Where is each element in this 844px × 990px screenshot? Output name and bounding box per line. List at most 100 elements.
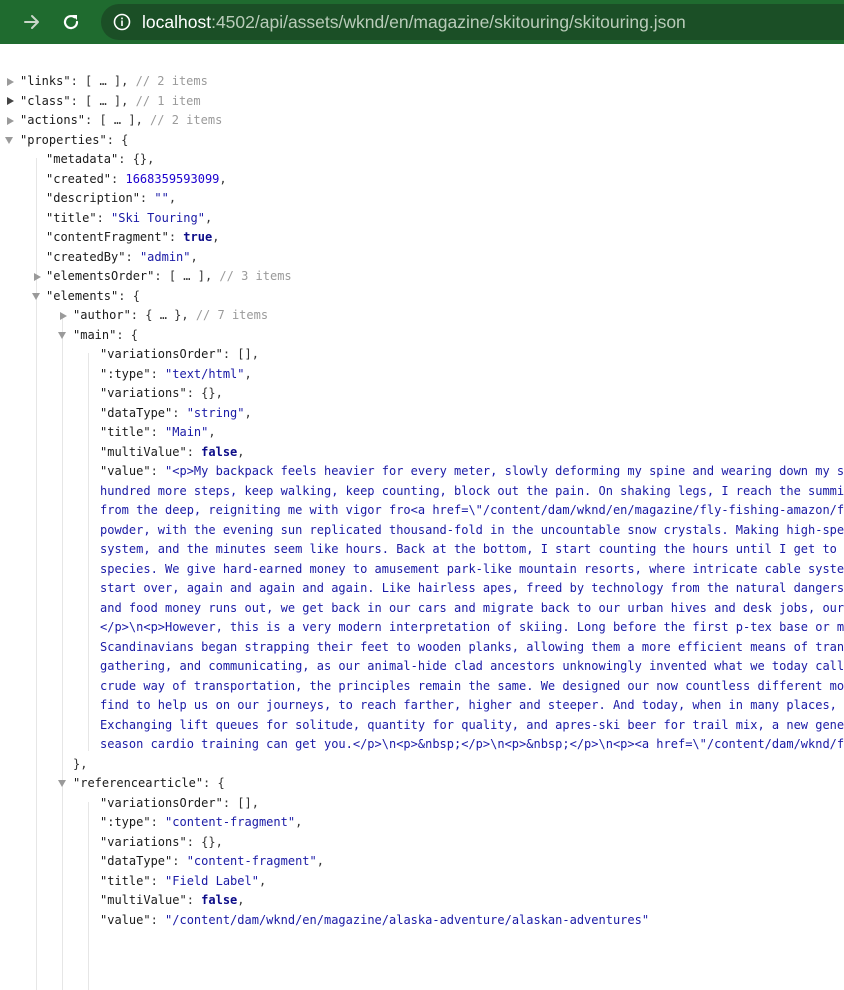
json-string-value: </p>\n<p>However, this is a very modern …	[100, 620, 844, 634]
triangle-collapsed-icon[interactable]	[5, 111, 15, 130]
json-key: "variationsOrder"	[100, 795, 223, 810]
json-punct: ,	[219, 171, 227, 186]
json-key: "title"	[100, 425, 151, 439]
json-row-links[interactable]: "links": [ … ], // 2 items	[0, 72, 208, 91]
json-string-value: "Field Label"	[165, 873, 259, 888]
json-string-value: and food money runs out, we get back in …	[100, 600, 844, 615]
json-string-value: "<p>My backpack feels heavier for every …	[165, 464, 844, 478]
url-host: localhost	[142, 11, 212, 32]
json-punct: ,	[190, 249, 198, 264]
json-punct: ,	[212, 230, 220, 244]
json-punct: :	[186, 893, 202, 907]
json-row-value: "value": "<p>My backpack feels heavier f…	[0, 462, 844, 481]
json-value: : { … },	[130, 308, 189, 322]
json-string-value: "string"	[186, 405, 245, 420]
json-punct: :	[172, 405, 187, 420]
indent-guide	[88, 802, 89, 990]
json-row-type: ":type": "content-fragment",	[0, 813, 302, 832]
info-icon[interactable]	[112, 12, 132, 32]
json-row-variationsorder: "variationsOrder": [],	[0, 794, 259, 813]
forward-button[interactable]	[16, 6, 48, 38]
json-punct: ,	[244, 366, 252, 381]
json-string-value: "/content/dam/wknd/en/magazine/alaska-ad…	[165, 912, 650, 927]
json-value: : {	[106, 132, 129, 147]
json-punct: :	[168, 230, 184, 244]
json-key: "elements"	[46, 288, 119, 303]
json-key: "elementsOrder"	[46, 269, 155, 283]
indent-guide	[62, 314, 63, 990]
json-key: "contentFragment"	[46, 230, 169, 244]
json-punct: ,	[204, 210, 213, 225]
json-row-multivalue: "multiValue": false,	[0, 443, 245, 462]
json-punct: ,	[295, 815, 303, 829]
triangle-collapsed-icon[interactable]	[5, 92, 15, 111]
json-string-value: system, and the minutes seem like hours.…	[100, 542, 844, 556]
json-row-title: "title": "Main",	[0, 423, 216, 442]
json-punct: :	[150, 815, 166, 829]
json-key: "description"	[46, 191, 140, 205]
json-row-elements[interactable]: "elements": {	[0, 287, 140, 306]
json-key: "created"	[46, 171, 112, 186]
json-row-close-main: },	[0, 755, 87, 774]
json-value: : {},	[118, 152, 155, 166]
json-row-referencearticle[interactable]: "referencearticle": {	[0, 774, 225, 793]
triangle-collapsed-icon[interactable]	[5, 72, 15, 91]
json-string-value: "text/html"	[165, 366, 245, 381]
json-punct: :	[150, 425, 166, 439]
json-row-datatype: "dataType": "content-fragment",	[0, 852, 324, 871]
triangle-collapsed-icon[interactable]	[32, 267, 42, 286]
json-string-value: crude way of transportation, the princip…	[100, 678, 844, 693]
json-key: "title"	[100, 873, 151, 888]
json-row-main[interactable]: "main": {	[0, 326, 138, 345]
json-string-value: powder, with the evening sun replicated …	[100, 522, 844, 537]
json-row-actions[interactable]: "actions": [ … ], // 2 items	[0, 111, 222, 130]
triangle-expanded-icon[interactable]	[31, 287, 41, 306]
url-path: :4502/api/assets/wknd/en/magazine/skitou…	[211, 11, 686, 32]
json-key: "variations"	[100, 834, 187, 849]
json-string-value: hundred more steps, keep walking, keep c…	[100, 483, 844, 498]
triangle-expanded-icon[interactable]	[57, 774, 67, 793]
json-row-contentfragment: "contentFragment": true,	[0, 228, 219, 247]
json-row-datatype: "dataType": "string",	[0, 404, 252, 423]
json-value: : {},	[186, 386, 223, 400]
json-punct: :	[150, 366, 166, 381]
json-boolean-value: false	[201, 444, 238, 459]
json-punct: :	[150, 464, 166, 478]
json-punct: :	[96, 210, 112, 225]
json-key: "value"	[100, 464, 151, 478]
json-row-type: ":type": "text/html",	[0, 365, 252, 384]
json-row-class[interactable]: "class": [ … ], // 1 item	[0, 92, 201, 111]
url-text[interactable]: localhost:4502/api/assets/wknd/en/magazi…	[142, 12, 686, 33]
json-row-createdby: "createdBy": "admin",	[0, 248, 198, 267]
json-row-title: "title": "Field Label",	[0, 872, 266, 891]
json-punct: ,	[208, 425, 216, 439]
json-key: ":type"	[100, 815, 151, 829]
triangle-expanded-icon[interactable]	[4, 131, 14, 150]
address-bar[interactable]: localhost:4502/api/assets/wknd/en/magazi…	[101, 4, 844, 40]
json-row-variations: "variations": {},	[0, 384, 223, 403]
reload-button[interactable]	[55, 6, 87, 38]
reload-icon	[63, 14, 79, 30]
json-row-properties[interactable]: "properties": {	[0, 131, 128, 150]
json-key: "variations"	[100, 386, 187, 400]
json-value: : {},	[186, 834, 223, 849]
json-punct: :	[150, 873, 166, 888]
json-key: "title"	[46, 210, 97, 225]
json-punct: ,	[244, 405, 252, 420]
json-string-value: Exchanging lift queues for solitude, qua…	[100, 717, 844, 732]
json-row-elementsorder[interactable]: "elementsOrder": [ … ], // 3 items	[0, 267, 292, 286]
json-string-value: "content-fragment"	[186, 854, 317, 868]
json-punct: :	[150, 912, 166, 927]
json-value: : [ … ],	[70, 74, 129, 88]
triangle-expanded-icon[interactable]	[57, 326, 67, 345]
json-value: : {	[118, 288, 140, 303]
json-key: "author"	[73, 308, 131, 322]
json-row-author[interactable]: "author": { … }, // 7 items	[0, 306, 268, 325]
json-string-value: gathering, and communicating, as our ani…	[100, 659, 844, 673]
json-key: "createdBy"	[46, 249, 126, 264]
json-string-value: "Ski Touring"	[111, 210, 205, 225]
json-key: "multiValue"	[100, 893, 187, 907]
triangle-collapsed-icon[interactable]	[58, 306, 68, 325]
json-key: ":type"	[100, 366, 151, 381]
json-string-value: species. We give hard-earned money to am…	[100, 561, 844, 576]
